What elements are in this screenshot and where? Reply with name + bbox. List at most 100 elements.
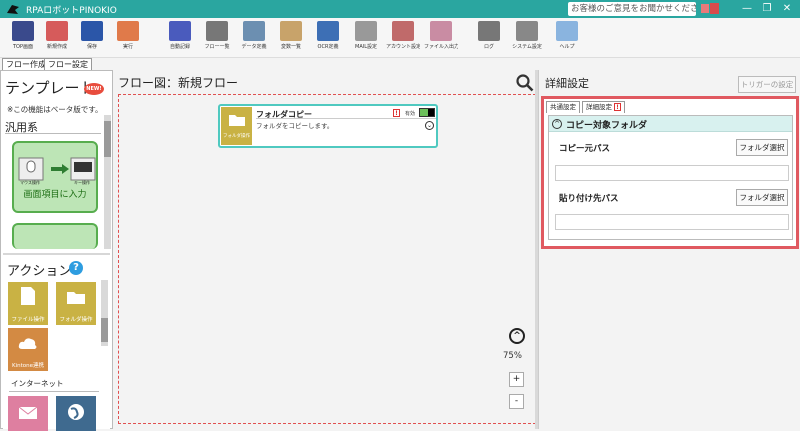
zoom-out-button[interactable]: - xyxy=(509,394,524,409)
window-title: RPAロボットPINOKIO xyxy=(26,5,117,16)
toolbar-file-io-button[interactable]: ファイル入出力 xyxy=(424,21,458,56)
template-card-label: 画面項目に入力 xyxy=(23,190,87,200)
template-heading: テンプレート xyxy=(5,79,95,97)
system-settings-icon xyxy=(516,21,538,41)
section-header[interactable]: ^ コピー対象フォルダ xyxy=(549,116,792,132)
internet-category: インターネット xyxy=(11,379,64,388)
key-op-label: キー操作 xyxy=(74,180,90,185)
source-folder-select-button[interactable]: フォルダ選択 xyxy=(736,139,788,156)
flow-area: フロー図：新規フロー フォルダ操作 フォルダコピー ! 有効 フォルダをコピーし… xyxy=(113,70,542,429)
mail-settings-icon xyxy=(355,21,377,41)
folder-op-tile: フォルダ操作 xyxy=(221,107,252,145)
toolbar-ocr-button[interactable]: OCR定義 xyxy=(311,21,345,56)
close-button[interactable]: ✕ xyxy=(778,1,796,17)
actions-panel: アクション ? ファイル操作 フォルダ操作 Kintone連携 インターネット xyxy=(3,253,110,431)
action-mail[interactable] xyxy=(8,396,48,431)
node-description: フォルダをコピーします。 xyxy=(256,122,334,130)
actions-help-icon[interactable]: ? xyxy=(69,261,83,275)
action-file-op[interactable]: ファイル操作 xyxy=(8,282,48,325)
file-icon xyxy=(21,287,35,305)
toolbar-flow-list-button[interactable]: フロー一覧 xyxy=(200,21,234,56)
toolbar-new-button[interactable]: 新規作成 xyxy=(40,21,74,56)
section-title: コピー対象フォルダ xyxy=(566,121,648,131)
toolbar: TOP画面 新規作成 保存 実行 自動記録 フロー一覧 データ定義 変数一覧 O… xyxy=(0,18,800,58)
dest-path-label: 貼り付け先パス xyxy=(559,194,619,204)
tab-common-settings[interactable]: 共通設定 xyxy=(546,101,580,113)
run-icon xyxy=(117,21,139,41)
auto-record-icon xyxy=(169,21,191,41)
toolbar-run-button[interactable]: 実行 xyxy=(111,21,145,56)
search-icon[interactable] xyxy=(516,74,534,92)
action-kintone[interactable]: Kintone連携 xyxy=(8,328,48,371)
mouse-op-label: マウス操作 xyxy=(20,180,40,185)
tab-flow-create[interactable]: フロー作成 xyxy=(2,58,50,70)
divider xyxy=(5,133,101,134)
flow-node-folder-copy[interactable]: フォルダ操作 フォルダコピー ! 有効 フォルダをコピーします。 ⌄ xyxy=(218,104,438,148)
save-icon xyxy=(81,21,103,41)
toolbar-help-button[interactable]: ヘルプ xyxy=(550,21,584,56)
flow-list-icon xyxy=(206,21,228,41)
action-folder-op[interactable]: フォルダ操作 xyxy=(56,282,96,325)
toolbar-log-button[interactable]: ログ xyxy=(472,21,506,56)
file-io-icon xyxy=(430,21,452,41)
template-input-screen-item[interactable]: マウス操作 キー操作 画面項目に入力 xyxy=(12,141,98,213)
beta-note: ※この機能はベータ版です。 xyxy=(7,105,103,114)
new-file-icon xyxy=(46,21,68,41)
source-path-label: コピー元パス xyxy=(559,144,611,154)
zoom-in-button[interactable]: + xyxy=(509,372,524,387)
minimize-button[interactable]: — xyxy=(738,1,756,17)
tab-detail-settings[interactable]: 詳細設定! xyxy=(582,101,625,113)
globe-icon xyxy=(68,404,84,420)
actions-scrollbar[interactable] xyxy=(101,280,108,346)
log-icon xyxy=(478,21,500,41)
pinokio-logo-icon xyxy=(7,5,19,14)
action-web[interactable] xyxy=(56,396,96,431)
ocr-definition-icon xyxy=(317,21,339,41)
new-badge: NEW! xyxy=(84,83,104,95)
toolbar-top-button[interactable]: TOP画面 xyxy=(6,21,40,56)
dest-path-input[interactable] xyxy=(555,214,789,230)
detail-panel: 詳細設定 トリガーの設定 共通設定 詳細設定! ^ コピー対象フォルダ コピー元… xyxy=(538,70,800,429)
data-definition-icon xyxy=(243,21,265,41)
toolbar-mail-button[interactable]: MAIL設定 xyxy=(349,21,383,56)
template-scrollbar[interactable] xyxy=(104,115,111,249)
actions-heading: アクション xyxy=(7,264,72,279)
toolbar-data-definition-button[interactable]: データ定義 xyxy=(237,21,271,56)
maximize-button[interactable]: ❐ xyxy=(758,1,776,17)
flow-canvas[interactable]: フォルダ操作 フォルダコピー ! 有効 フォルダをコピーします。 ⌄ ^ 75%… xyxy=(118,94,536,424)
feedback-send-icon[interactable] xyxy=(700,2,720,15)
mail-icon xyxy=(18,406,38,419)
variable-list-icon xyxy=(280,21,302,41)
warning-icon: ! xyxy=(614,103,621,111)
chevron-up-icon[interactable]: ^ xyxy=(552,119,562,129)
cloud-icon xyxy=(18,338,37,349)
folder-icon xyxy=(67,292,85,304)
help-icon xyxy=(556,21,578,41)
toolbar-variable-list-button[interactable]: 変数一覧 xyxy=(274,21,308,56)
account-settings-icon xyxy=(392,21,414,41)
chevron-up-icon[interactable]: ^ xyxy=(509,328,525,344)
divider xyxy=(9,391,99,392)
zoom-level: 75% xyxy=(503,351,522,361)
source-path-input[interactable] xyxy=(555,165,789,181)
detail-heading: 詳細設定 xyxy=(545,77,589,90)
divider xyxy=(256,118,436,119)
folder-icon xyxy=(229,115,245,126)
flow-title: フロー図：新規フロー xyxy=(118,76,239,90)
tab-flow-settings[interactable]: フロー設定 xyxy=(44,58,92,70)
toolbar-auto-record-button[interactable]: 自動記録 xyxy=(163,21,197,56)
toolbar-save-button[interactable]: 保存 xyxy=(75,21,109,56)
toolbar-account-button[interactable]: アカウント設定 xyxy=(386,21,420,56)
template-card-partial[interactable] xyxy=(12,223,98,249)
enabled-toggle[interactable] xyxy=(419,108,435,117)
detail-settings-frame: 共通設定 詳細設定! ^ コピー対象フォルダ コピー元パス フォルダ選択 貼り付… xyxy=(541,96,799,249)
top-screen-icon xyxy=(12,21,34,41)
trigger-settings-button[interactable]: トリガーの設定 xyxy=(738,76,796,93)
copy-target-section: ^ コピー対象フォルダ コピー元パス フォルダ選択 貼り付け先パス フォルダ選択 xyxy=(548,115,793,240)
warning-icon: ! xyxy=(393,109,400,117)
main-tabs: フロー作成 フロー設定 xyxy=(0,58,800,70)
feedback-field[interactable]: お客様のご意見をお聞かせください xyxy=(568,2,696,16)
toolbar-system-button[interactable]: システム設定 xyxy=(510,21,544,56)
chevron-down-icon[interactable]: ⌄ xyxy=(425,121,434,130)
dest-folder-select-button[interactable]: フォルダ選択 xyxy=(736,189,788,206)
